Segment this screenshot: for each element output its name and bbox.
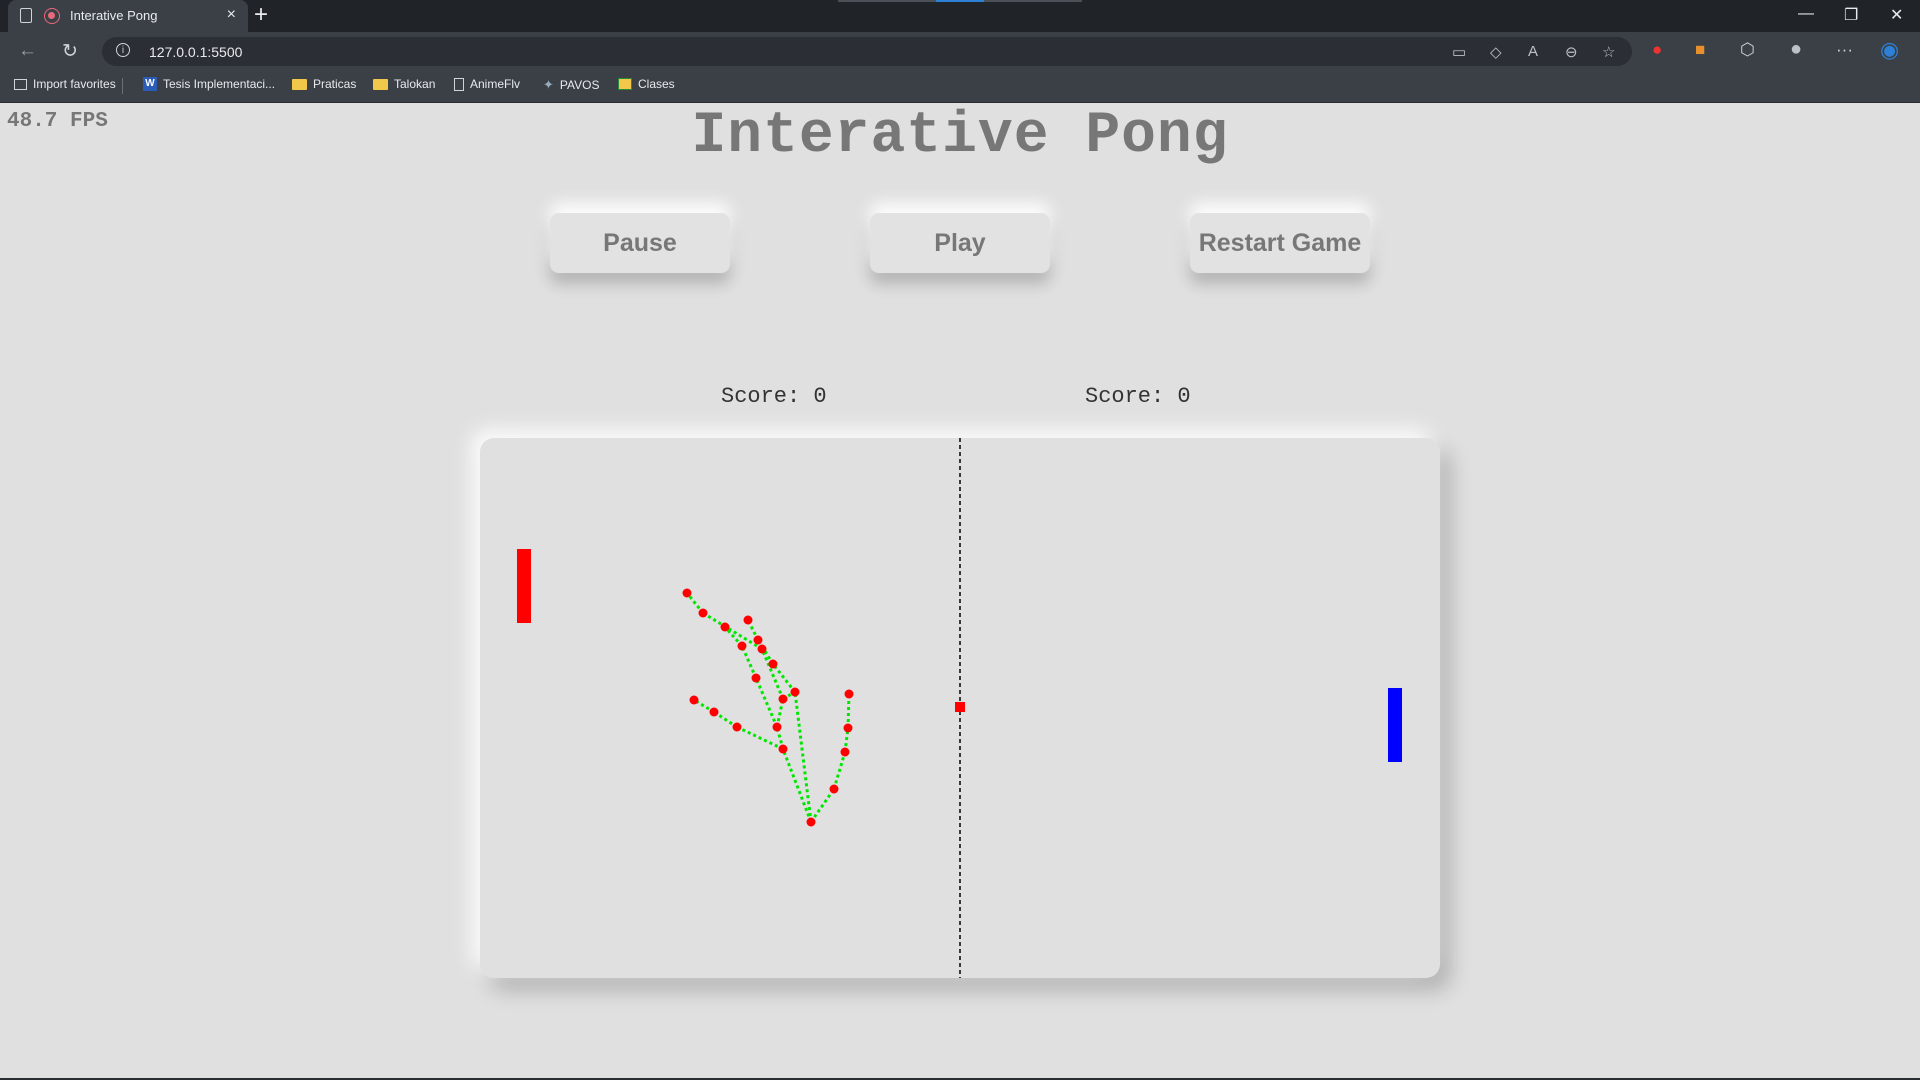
bookmark-praticas[interactable]: Praticas [292, 77, 356, 91]
hand-landmark [806, 817, 816, 827]
restore-button[interactable]: ❐ [1844, 5, 1858, 25]
hand-landmark [682, 588, 692, 598]
left-score: Score: 0 [721, 384, 827, 409]
bookmark-label: PAVOS [559, 78, 600, 92]
hand-landmark [778, 744, 788, 754]
hand-landmark [732, 722, 742, 732]
play-button[interactable]: Play [870, 213, 1050, 273]
bookmark-import-favorites[interactable]: Import favorites [14, 77, 116, 91]
bookmark-label: Clases [638, 77, 675, 91]
tab-strip-indicator-accent [936, 0, 984, 2]
back-icon[interactable]: ← [18, 40, 37, 62]
camera-icon[interactable]: ▭ [1452, 43, 1466, 61]
browser-toolbar: ← ↻ i 127.0.0.1:5500 ▭ ◇ A ⊖ ☆ ● ■ ⬡ ● ·… [0, 32, 1920, 70]
bookmark-pavos[interactable]: ✦ PAVOS [543, 77, 599, 93]
extensions-icon[interactable]: ⬡ [1740, 40, 1755, 60]
game-canvas [517, 438, 1402, 978]
extension-red-icon[interactable]: ● [1652, 40, 1662, 60]
hand-bone [832, 751, 847, 790]
tab-close-button[interactable]: × [227, 6, 236, 24]
address-bar[interactable]: i 127.0.0.1:5500 ▭ ◇ A ⊖ ☆ [102, 37, 1632, 66]
page-title: Interative Pong [691, 104, 1229, 169]
bookmark-label: Tesis Implementaci... [163, 77, 276, 91]
hand-landmark [778, 694, 788, 704]
hand-bone [793, 691, 813, 823]
tag-icon[interactable]: ◇ [1490, 43, 1502, 61]
hand-landmark [757, 644, 767, 654]
hand-landmark [753, 635, 763, 645]
bookmarks-separator [122, 78, 123, 94]
hand-skeleton [682, 588, 854, 827]
bookmark-tesis[interactable]: W Tesis Implementaci... [143, 77, 275, 91]
classroom-icon [618, 78, 632, 90]
bing-icon[interactable]: ◉ [1880, 37, 1899, 63]
page-icon [20, 8, 32, 23]
read-aloud-icon[interactable]: A [1528, 43, 1538, 60]
bookmark-label: AnimeFlv [470, 77, 521, 91]
hand-bone [740, 645, 758, 679]
url-text[interactable]: 127.0.0.1:5500 [149, 44, 242, 60]
page-icon [454, 77, 464, 91]
import-icon [14, 78, 27, 90]
browser-title-bar: Interative Pong × + — ❐ ✕ [0, 0, 1920, 32]
hand-landmark [743, 615, 753, 625]
pause-button[interactable]: Pause [550, 213, 730, 273]
recording-icon [44, 8, 60, 24]
hand-landmark [737, 641, 747, 651]
hand-bone [754, 677, 779, 728]
hand-landmark [720, 622, 730, 632]
hand-landmark [751, 673, 761, 683]
favorite-add-icon[interactable]: ☆ [1602, 43, 1615, 61]
more-menu-icon[interactable]: ··· [1836, 40, 1853, 60]
ball [955, 702, 965, 712]
browser-tab[interactable]: Interative Pong × [8, 0, 248, 32]
right-paddle [1388, 688, 1402, 762]
hand-bone [771, 663, 797, 693]
folder-icon [292, 78, 307, 90]
extension-orange-icon[interactable]: ■ [1695, 40, 1705, 60]
tab-title: Interative Pong [70, 8, 158, 23]
bookmark-label: Talokan [394, 77, 436, 91]
folder-icon [373, 78, 388, 90]
hand-landmark [689, 695, 699, 705]
hand-bone [702, 611, 763, 651]
bookmark-animeflv[interactable]: AnimeFlv [454, 77, 520, 91]
restart-game-button[interactable]: Restart Game [1190, 213, 1370, 273]
hand-landmark [843, 723, 853, 733]
game-court[interactable] [480, 438, 1440, 978]
close-window-button[interactable]: ✕ [1890, 5, 1903, 25]
hand-bone [760, 648, 785, 700]
minimize-button[interactable]: — [1798, 5, 1814, 23]
bookmarks-bar: Import favorites W Tesis Implementaci...… [0, 70, 1920, 103]
hand-bone [809, 788, 836, 823]
right-score: Score: 0 [1085, 384, 1191, 409]
bookmark-label: Praticas [313, 77, 357, 91]
profile-icon[interactable]: ● [1790, 38, 1802, 61]
word-icon: W [143, 77, 157, 91]
bookmark-clases[interactable]: Clases [618, 77, 675, 91]
site-icon: ✦ [543, 77, 554, 92]
site-info-icon[interactable]: i [116, 43, 130, 57]
reload-icon[interactable]: ↻ [62, 40, 78, 63]
hand-landmark [790, 687, 800, 697]
hand-landmark [709, 707, 719, 717]
left-paddle [517, 549, 531, 623]
new-tab-button[interactable]: + [254, 2, 268, 28]
zoom-out-icon[interactable]: ⊖ [1565, 43, 1578, 61]
hand-landmark [844, 689, 854, 699]
hand-bone [846, 693, 851, 729]
hand-landmark [772, 722, 782, 732]
bookmark-talokan[interactable]: Talokan [373, 77, 435, 91]
hand-landmark [829, 784, 839, 794]
hand-landmark [840, 747, 850, 757]
hand-landmark [768, 659, 778, 669]
bookmark-label: Import favorites [33, 77, 116, 91]
hand-landmark [698, 608, 708, 618]
